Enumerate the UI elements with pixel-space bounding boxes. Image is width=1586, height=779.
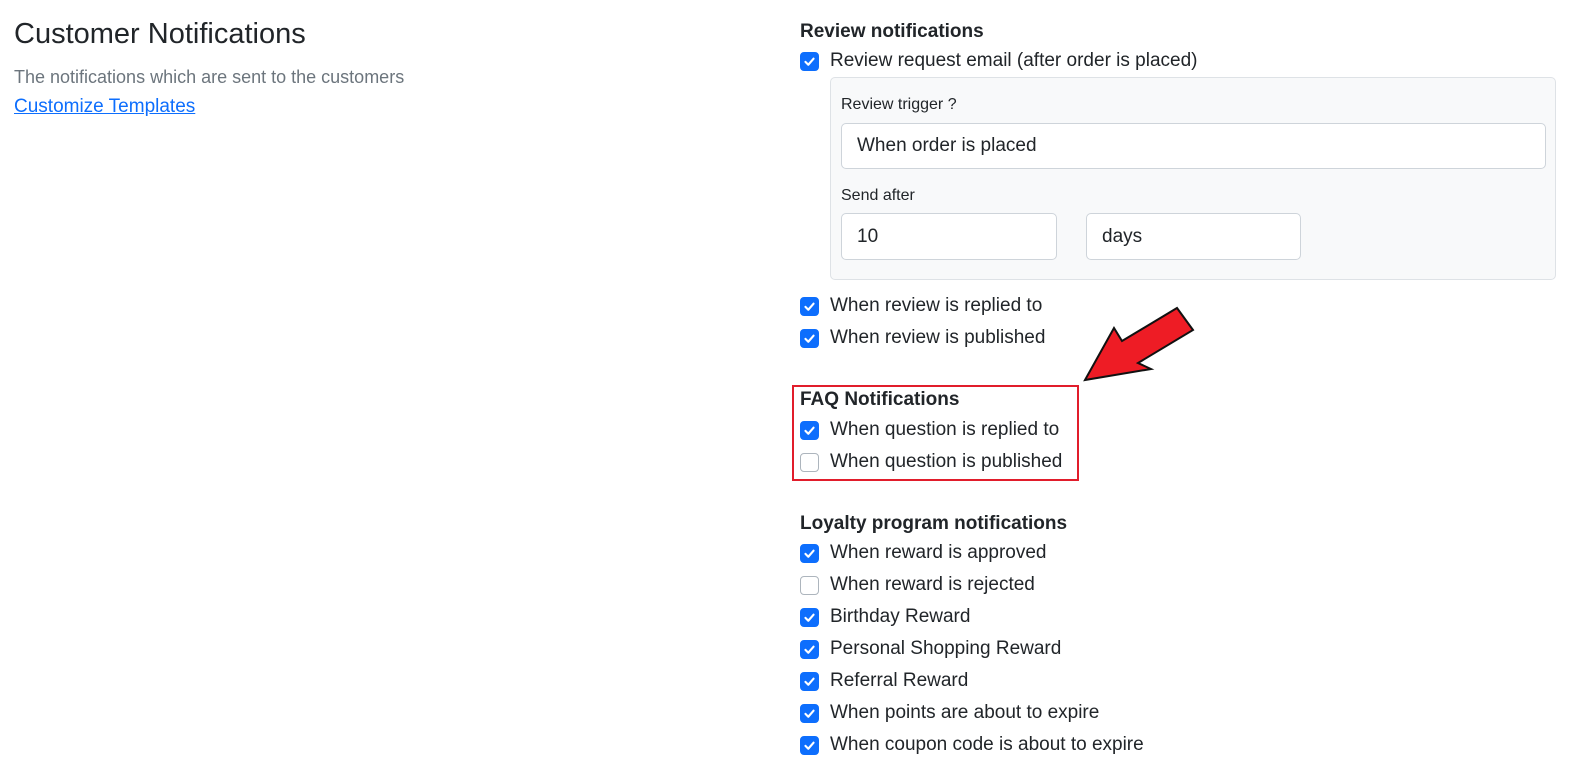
review-trigger-select[interactable]: When order is placed xyxy=(841,123,1546,169)
checkmark-icon xyxy=(804,677,815,686)
faq-highlight-box xyxy=(792,385,1079,481)
send-after-label: Send after xyxy=(841,187,915,204)
page-title: Customer Notifications xyxy=(14,18,306,50)
send-after-unit-select[interactable]: days xyxy=(1086,213,1301,260)
page-subtitle: The notifications which are sent to the … xyxy=(14,67,405,87)
reward-approved-label: When reward is approved xyxy=(830,542,1047,563)
referral-reward-label: Referral Reward xyxy=(830,670,969,691)
reward-rejected-row: When reward is rejected xyxy=(800,572,1035,598)
review-published-row: When review is published xyxy=(800,325,1045,351)
review-trigger-value: When order is placed xyxy=(857,135,1037,156)
checkmark-icon xyxy=(804,334,815,343)
personal-shopping-reward-row: Personal Shopping Reward xyxy=(800,636,1061,662)
coupon-expire-row: When coupon code is about to expire xyxy=(800,732,1144,758)
review-trigger-label: Review trigger ? xyxy=(841,96,957,113)
loyalty-notifications-heading: Loyalty program notifications xyxy=(800,513,1068,534)
send-after-unit-value: days xyxy=(1102,225,1143,247)
checkmark-icon xyxy=(804,302,815,311)
birthday-reward-checkbox[interactable] xyxy=(800,607,819,627)
birthday-reward-row: Birthday Reward xyxy=(800,604,970,630)
points-expire-label: When points are about to expire xyxy=(830,702,1100,723)
reward-rejected-checkbox[interactable] xyxy=(800,575,819,595)
coupon-expire-label: When coupon code is about to expire xyxy=(830,734,1144,755)
points-expire-row: When points are about to expire xyxy=(800,700,1099,726)
red-arrow-icon xyxy=(1083,306,1195,382)
personal-shopping-reward-checkbox[interactable] xyxy=(800,639,819,659)
birthday-reward-label: Birthday Reward xyxy=(830,606,971,627)
review-request-email-checkbox[interactable] xyxy=(800,51,819,71)
reward-approved-row: When reward is approved xyxy=(800,540,1047,566)
review-published-label: When review is published xyxy=(830,327,1046,348)
reward-rejected-label: When reward is rejected xyxy=(830,574,1035,595)
review-replied-row: When review is replied to xyxy=(800,293,1042,319)
checkmark-icon xyxy=(804,645,815,654)
page-header: Customer Notifications The notifications… xyxy=(14,16,714,120)
checkmark-icon xyxy=(804,709,815,718)
checkmark-icon xyxy=(804,741,815,750)
review-replied-checkbox[interactable] xyxy=(800,296,819,316)
review-request-email-row: Review request email (after order is pla… xyxy=(800,48,1198,74)
review-published-checkbox[interactable] xyxy=(800,328,819,348)
customize-templates-link[interactable]: Customize Templates xyxy=(14,94,195,120)
reward-approved-checkbox[interactable] xyxy=(800,543,819,563)
review-request-email-label: Review request email (after order is pla… xyxy=(830,50,1198,71)
personal-shopping-reward-label: Personal Shopping Reward xyxy=(830,638,1062,659)
coupon-expire-checkbox[interactable] xyxy=(800,735,819,755)
checkmark-icon xyxy=(804,57,815,66)
review-replied-label: When review is replied to xyxy=(830,295,1043,316)
checkmark-icon xyxy=(804,613,815,622)
checkmark-icon xyxy=(804,549,815,558)
send-after-amount-input[interactable]: 10 xyxy=(841,213,1057,260)
referral-reward-checkbox[interactable] xyxy=(800,671,819,691)
referral-reward-row: Referral Reward xyxy=(800,668,968,694)
send-after-amount-value: 10 xyxy=(857,225,879,247)
review-trigger-panel: Review trigger ? When order is placed Se… xyxy=(830,77,1556,280)
review-notifications-heading: Review notifications xyxy=(800,21,984,42)
points-expire-checkbox[interactable] xyxy=(800,703,819,723)
